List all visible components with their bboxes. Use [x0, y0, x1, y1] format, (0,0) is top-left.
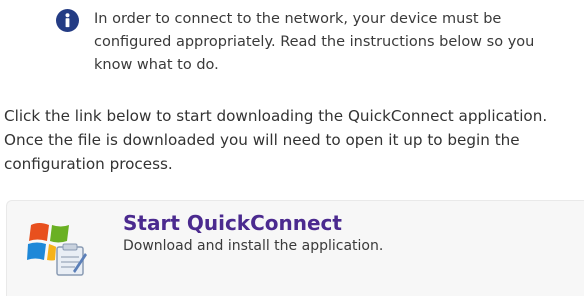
- start-quickconnect-button[interactable]: Start QuickConnect Download and install …: [6, 200, 584, 296]
- action-title[interactable]: Start QuickConnect: [123, 211, 342, 235]
- info-icon: [56, 9, 79, 32]
- page: In order to connect to the network, your…: [0, 0, 584, 296]
- notice-text: In order to connect to the network, your…: [94, 11, 535, 73]
- action-subtitle: Download and install the application.: [123, 238, 384, 254]
- instructions-text: Click the link below to start downloadin…: [4, 107, 548, 173]
- windows-installer-icon: [25, 213, 89, 277]
